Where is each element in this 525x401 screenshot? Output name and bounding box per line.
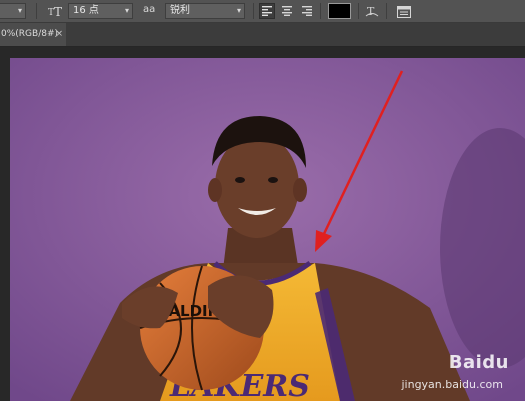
document-tab-title: 0%(RGB/8#) [1, 29, 59, 39]
document-tab[interactable]: 0%(RGB/8#) × [0, 23, 66, 46]
text-size-icon: T T [48, 3, 64, 19]
antialias-value: 锐利 [170, 5, 190, 16]
watermark-url: jingyan.baidu.com [401, 378, 503, 391]
divider [386, 3, 387, 19]
chevron-down-icon: ▾ [17, 6, 22, 15]
close-icon[interactable]: × [55, 23, 63, 46]
text-color-swatch[interactable] [328, 3, 351, 19]
align-right-icon[interactable] [299, 3, 315, 19]
document-tab-bar: 0%(RGB/8#) × [0, 23, 525, 47]
svg-text:T: T [367, 5, 375, 18]
antialias-icon: aa [143, 4, 156, 15]
divider [320, 3, 321, 19]
warp-text-icon[interactable]: T [364, 3, 380, 19]
font-style-dropdown[interactable]: ▾ [0, 3, 26, 19]
chevron-down-icon: ▾ [124, 6, 129, 15]
photo: LAKERS SPALDING [10, 58, 525, 401]
options-bar: ▾ T T 16 点 ▾ aa 锐利 ▾ T [0, 0, 525, 23]
chevron-down-icon: ▾ [236, 6, 241, 15]
svg-text:T: T [54, 5, 62, 18]
baidu-watermark-logo: Baidu [448, 352, 509, 373]
divider [253, 3, 254, 19]
antialias-dropdown[interactable]: 锐利 ▾ [165, 3, 245, 19]
align-center-icon[interactable] [279, 3, 295, 19]
divider [358, 3, 359, 19]
align-left-icon[interactable] [259, 3, 275, 19]
character-panel-icon[interactable] [396, 3, 412, 19]
image-canvas[interactable]: LAKERS SPALDING Baidu jingyan.baidu.com [10, 58, 525, 401]
font-size-dropdown[interactable]: 16 点 ▾ [68, 3, 133, 19]
divider [36, 3, 37, 19]
font-size-value: 16 点 [73, 5, 99, 16]
